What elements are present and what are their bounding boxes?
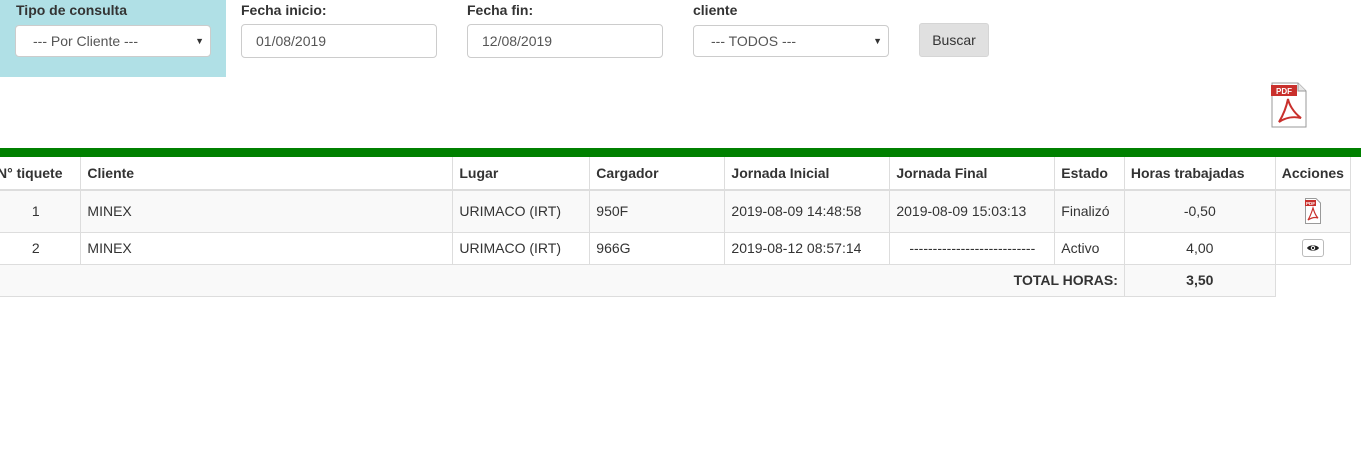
fecha-fin-input[interactable]: 12/08/2019: [467, 24, 663, 58]
report-page: Tipo de consulta --- Por Cliente --- ▼ F…: [0, 0, 1361, 460]
cell-jornada-final: 2019-08-09 15:03:13: [889, 189, 1056, 233]
results-table: N° tiquete Cliente Lugar Cargador Jornad…: [0, 157, 1352, 297]
tipo-consulta-select[interactable]: --- Por Cliente --- ▼: [15, 25, 211, 57]
view-button[interactable]: [1301, 239, 1324, 258]
fecha-fin-value: 12/08/2019: [482, 33, 553, 49]
cell-jornada-inicial: 2019-08-12 08:57:14: [724, 231, 891, 265]
chevron-down-icon: ▼: [195, 36, 204, 46]
chevron-down-icon: ▼: [873, 36, 882, 46]
cell-estado: Activo: [1054, 231, 1125, 265]
cell-cliente: MINEX: [80, 231, 454, 265]
tipo-consulta-value: --- Por Cliente ---: [33, 33, 139, 49]
cliente-select[interactable]: --- TODOS --- ▼: [693, 25, 889, 57]
header-estado[interactable]: Estado: [1054, 157, 1125, 191]
header-jornada-final[interactable]: Jornada Final: [889, 157, 1056, 191]
header-jornada-inicial[interactable]: Jornada Inicial: [724, 157, 891, 191]
cell-lugar: URIMACO (IRT): [452, 231, 591, 265]
header-tiquete[interactable]: N° tiquete: [0, 157, 82, 191]
total-row: TOTAL HORAS: 3,50: [0, 263, 1351, 297]
cell-tiquete: 1: [0, 189, 82, 233]
total-value: 3,50: [1123, 263, 1276, 297]
green-separator: [0, 148, 1361, 157]
fecha-inicio-value: 01/08/2019: [256, 33, 327, 49]
cell-acciones: PDF: [1274, 189, 1352, 233]
cell-horas: -0,50: [1123, 189, 1276, 233]
cliente-value: --- TODOS ---: [711, 33, 797, 49]
cliente-label: cliente: [693, 2, 738, 18]
cell-lugar: URIMACO (IRT): [452, 189, 591, 233]
header-horas[interactable]: Horas trabajadas: [1123, 157, 1276, 191]
buscar-button[interactable]: Buscar: [919, 23, 989, 57]
fecha-inicio-input[interactable]: 01/08/2019: [241, 24, 437, 58]
total-label: TOTAL HORAS:: [0, 263, 1125, 297]
cell-jornada-inicial: 2019-08-09 14:48:58: [724, 189, 891, 233]
header-lugar[interactable]: Lugar: [452, 157, 591, 191]
table-row: 2 MINEX URIMACO (IRT) 966G 2019-08-12 08…: [0, 231, 1352, 265]
cell-cliente: MINEX: [80, 189, 454, 233]
cell-acciones: [1274, 231, 1352, 265]
cell-cargador: 950F: [589, 189, 726, 233]
header-cargador[interactable]: Cargador: [589, 157, 726, 191]
fecha-inicio-label: Fecha inicio:: [241, 2, 327, 18]
tipo-consulta-label: Tipo de consulta: [16, 2, 127, 18]
cell-jornada-final: ---------------------------: [889, 231, 1056, 265]
cell-horas: 4,00: [1123, 231, 1276, 265]
eye-icon: [1306, 245, 1319, 251]
pdf-icon[interactable]: PDF: [1271, 82, 1307, 128]
fecha-fin-label: Fecha fin:: [467, 2, 534, 18]
header-cliente[interactable]: Cliente: [80, 157, 454, 191]
cell-tiquete: 2: [0, 231, 82, 265]
cell-cargador: 966G: [589, 231, 726, 265]
pdf-icon[interactable]: PDF: [1304, 198, 1321, 225]
table-header-row: N° tiquete Cliente Lugar Cargador Jornad…: [0, 157, 1352, 191]
total-empty-cell: [1275, 264, 1351, 296]
header-acciones[interactable]: Acciones: [1274, 157, 1352, 191]
svg-text:PDF: PDF: [1306, 201, 1315, 206]
svg-text:PDF: PDF: [1276, 87, 1292, 96]
table-row: 1 MINEX URIMACO (IRT) 950F 2019-08-09 14…: [0, 189, 1352, 233]
cell-estado: Finalizó: [1054, 189, 1125, 233]
